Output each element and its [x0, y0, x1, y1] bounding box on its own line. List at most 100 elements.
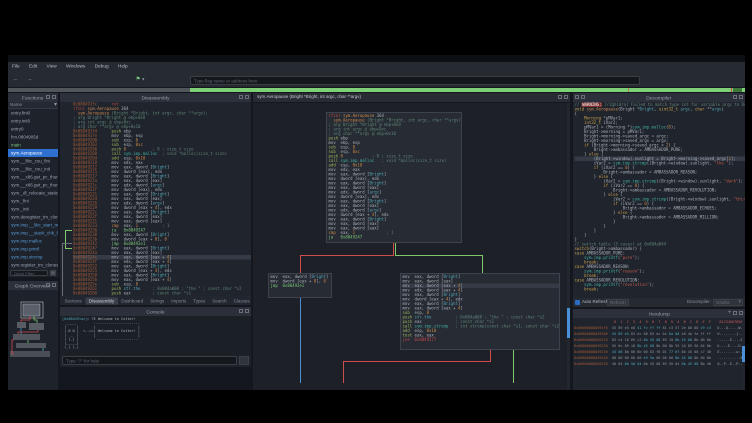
menu-file[interactable]: File	[12, 64, 20, 70]
chevron-down-icon: ▾	[738, 299, 741, 305]
close-icon[interactable]	[564, 95, 568, 99]
plus-icon[interactable]: +	[727, 311, 731, 315]
flag-icon[interactable]: ⚑	[136, 76, 141, 82]
graph-tab[interactable]: sym.Aeropause (Bright *Bright, int argc,…	[257, 94, 361, 99]
graph-overview-header: Graph Overview	[8, 281, 58, 290]
seek-bar[interactable]	[8, 88, 745, 92]
decompiler-select[interactable]: Ghidra ▾	[713, 299, 743, 306]
tab-strings[interactable]: Strings	[147, 298, 168, 305]
undock-icon[interactable]	[46, 95, 50, 99]
console-panel-header: Console	[60, 307, 251, 316]
close-icon[interactable]	[245, 309, 249, 313]
function-list-item[interactable]: main	[8, 141, 58, 149]
function-list-item[interactable]: sym.__x86.get_pc_thunk.bp	[8, 173, 58, 181]
function-list-item[interactable]: sym.__libc_csu_init	[8, 165, 58, 173]
graph-scrollbar[interactable]	[567, 103, 570, 390]
undock-icon[interactable]	[239, 309, 243, 313]
function-list-item[interactable]: sym.imp.__libc_start_main	[8, 221, 58, 229]
disassembly-panel-header: Disassembly	[60, 93, 251, 102]
function-list-item[interactable]: entry0	[8, 125, 58, 133]
seek-bar-end-segment	[733, 88, 742, 92]
menu-view[interactable]: View	[46, 64, 56, 70]
tab-dashboard[interactable]: Dashboard	[118, 298, 147, 305]
function-list-item[interactable]: sym.imp.strcmp	[8, 253, 58, 261]
flag-dropdown-icon[interactable]: ▾	[142, 77, 144, 82]
function-list-item[interactable]: sym._fini	[8, 197, 58, 205]
graph-panel: sym.Aeropause (Bright *Bright, int argc,…	[253, 93, 570, 390]
seek-current-marker	[731, 88, 732, 92]
tab-search[interactable]: Search	[209, 298, 230, 305]
close-icon[interactable]	[245, 95, 249, 99]
auto-refresh-checkbox[interactable]: ✓	[575, 300, 580, 305]
function-list-item[interactable]: entry.fini0	[8, 109, 58, 117]
function-list-item[interactable]: sym.imp.malloc	[8, 237, 58, 245]
search-input[interactable]: Type flag name or address here	[190, 76, 640, 85]
hexdump-scrollbar[interactable]	[742, 318, 745, 390]
tab-disassembly[interactable]: Disassembly	[85, 298, 118, 305]
functions-panel-title: Functions	[22, 95, 43, 101]
jump-arrow-uncond	[62, 243, 72, 244]
disassembly-tab-bar: SectionsDisassemblyDashboardStringsImpor…	[60, 296, 251, 305]
hex-row[interactable]: 0x00000008049250 40 04 8b 50 04 8b 45 08…	[574, 361, 745, 367]
refresh-button[interactable]: Refresh	[607, 299, 629, 306]
close-icon[interactable]	[739, 95, 743, 99]
functions-list: entry.fini0entry.init0entry0fcn.0804905d…	[8, 109, 58, 269]
decompiler-line[interactable]: break;	[575, 287, 746, 292]
tab-imports[interactable]: Imports	[168, 298, 190, 305]
function-list-item[interactable]: fcn.0804905d	[8, 133, 58, 141]
graph-overview-minimap[interactable]	[8, 290, 58, 390]
graph-tab-bar: sym.Aeropause (Bright *Bright, int argc,…	[253, 93, 570, 103]
undock-icon[interactable]	[46, 283, 50, 287]
function-list-item[interactable]: sym.__x86.get_pc_thunk.bx	[8, 181, 58, 189]
asm-line[interactable]: ja 0x8049247	[329, 235, 462, 240]
function-list-item[interactable]: entry.init0	[8, 117, 58, 125]
back-icon[interactable]: ←	[13, 76, 19, 82]
close-icon[interactable]	[581, 95, 585, 99]
undock-icon[interactable]	[575, 95, 579, 99]
chevron-down-icon[interactable]: ▾	[54, 102, 57, 108]
edge-false	[490, 350, 491, 361]
undock-icon[interactable]	[733, 95, 737, 99]
tab-types[interactable]: Types	[190, 298, 209, 305]
edge-false	[343, 361, 491, 362]
asm-line[interactable]: jne 0x8049277	[403, 338, 560, 343]
tab-classes[interactable]: Classes	[230, 298, 251, 305]
tab-list-icon[interactable]	[558, 95, 562, 99]
function-list-item[interactable]: sym.deregister_tm_clones	[8, 213, 58, 221]
jump-arrow-true	[65, 230, 72, 231]
graph-node-right[interactable]: mov eax, dword [Bright]mov eax, dword [e…	[400, 273, 560, 350]
function-list-item[interactable]: sym._dl_relocate_static_pie	[8, 189, 58, 197]
graph-node-left[interactable]: mov eax, dword [Bright]mov dword [eax + …	[268, 273, 332, 298]
asm-line[interactable]: 0x08049266 push eax ; const char *s1	[73, 291, 251, 296]
console-input[interactable]: Type "?" for help	[62, 356, 237, 365]
menu-windows[interactable]: Windows	[66, 64, 85, 70]
console-panel-title: Console	[146, 309, 164, 315]
cutter-window: File Edit View Windows Debug Help ← → ⚑ …	[8, 55, 745, 390]
decompiler-line[interactable]: void sym.Aeropause(Bright *Bright, uint3…	[575, 107, 746, 112]
close-icon[interactable]	[52, 283, 56, 287]
menu-help[interactable]: Help	[118, 64, 128, 70]
asm-line[interactable]: jmp 0x80492e1	[271, 284, 332, 289]
jump-arrow-true	[65, 248, 72, 249]
function-list-item[interactable]: sym.Aeropause	[8, 149, 58, 157]
function-list-item[interactable]: sym.imp.__stack_chk_fail	[8, 229, 58, 237]
quick-filter-input[interactable]: Quick Filter	[10, 270, 48, 276]
tab-sections[interactable]: Sections	[61, 298, 85, 305]
undock-icon[interactable]	[239, 95, 243, 99]
close-icon[interactable]	[739, 311, 743, 315]
function-list-item[interactable]: sym.imp.printf	[8, 245, 58, 253]
menu-debug[interactable]: Debug	[95, 64, 109, 70]
function-list-item[interactable]: sym.register_tm_clones	[8, 261, 58, 269]
console-send-button[interactable]: →	[239, 356, 249, 365]
filter-options-button[interactable]: ▤	[50, 270, 56, 276]
close-icon[interactable]	[52, 95, 56, 99]
seek-marker	[628, 88, 629, 92]
function-list-item[interactable]: sym._init	[8, 205, 58, 213]
menu-edit[interactable]: Edit	[29, 64, 37, 70]
graph-node-entry[interactable]: (fcn) sym.Aeropause 364 sym.Aeropause (B…	[326, 112, 462, 243]
console-line[interactable]: (_) (_)	[62, 345, 251, 349]
function-list-item[interactable]: sym.__libc_csu_fini	[8, 157, 58, 165]
undock-icon[interactable]	[733, 311, 737, 315]
functions-column-header[interactable]: Name ▾	[8, 102, 58, 109]
forward-icon[interactable]: →	[27, 76, 33, 82]
